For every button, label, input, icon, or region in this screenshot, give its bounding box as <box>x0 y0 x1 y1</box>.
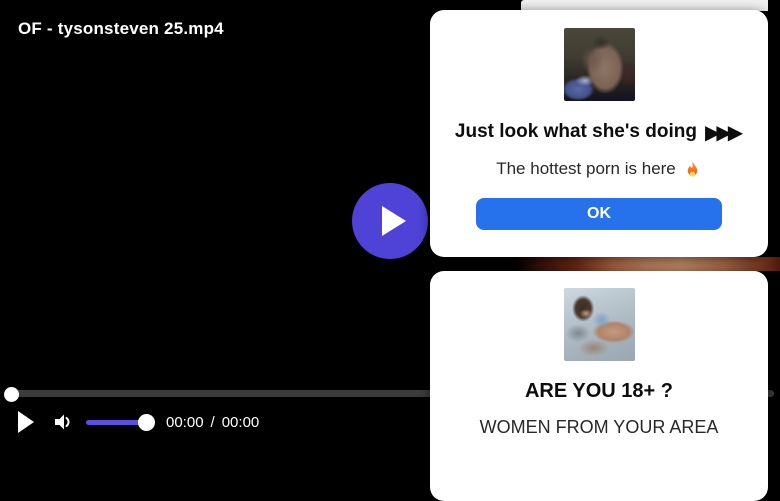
video-title: OF - tysonsteven 25.mp4 <box>18 19 224 38</box>
duration: 00:00 <box>221 413 260 431</box>
ad-subtext-bottom: WOMEN FROM YOUR AREA <box>479 417 719 437</box>
ad-heading-top-text: Just look what she's doing <box>454 121 697 142</box>
ad-heading-top: Just look what she's doing ▶▶▶ <box>455 121 743 143</box>
big-play-button[interactable] <box>352 183 428 259</box>
ad-thumbnail-bottom[interactable] <box>563 288 635 361</box>
ad-heading-bottom: ARE YOU 18+ ? <box>524 380 674 402</box>
ad-popup-top: Just look what she's doing ▶▶▶ The hotte… <box>430 10 768 257</box>
volume-slider[interactable] <box>86 413 155 431</box>
mute-button[interactable] <box>53 412 73 432</box>
volume-handle[interactable] <box>138 413 155 431</box>
ad-popup-bottom: ARE YOU 18+ ? WOMEN FROM YOUR AREA <box>430 271 768 501</box>
ad-thumbnail-top[interactable] <box>563 28 635 101</box>
background-image-strip <box>430 257 780 271</box>
play-icon <box>381 206 406 236</box>
fire-icon <box>683 160 702 179</box>
play-button[interactable] <box>18 411 34 433</box>
seek-handle[interactable] <box>4 387 19 402</box>
time-display: 00:00 / 00:00 <box>166 414 259 431</box>
player-controls: 00:00 / 00:00 <box>0 403 430 441</box>
volume-icon <box>55 414 70 430</box>
current-time: 00:00 <box>166 413 204 431</box>
ok-button[interactable]: OK <box>476 198 722 230</box>
triple-play-arrows-icon: ▶▶▶ <box>704 120 743 144</box>
ad-subtext-top-text: The hottest porn is here <box>496 159 676 178</box>
time-separator: / <box>210 413 215 431</box>
ad-subtext-top: The hottest porn is here <box>496 159 702 179</box>
